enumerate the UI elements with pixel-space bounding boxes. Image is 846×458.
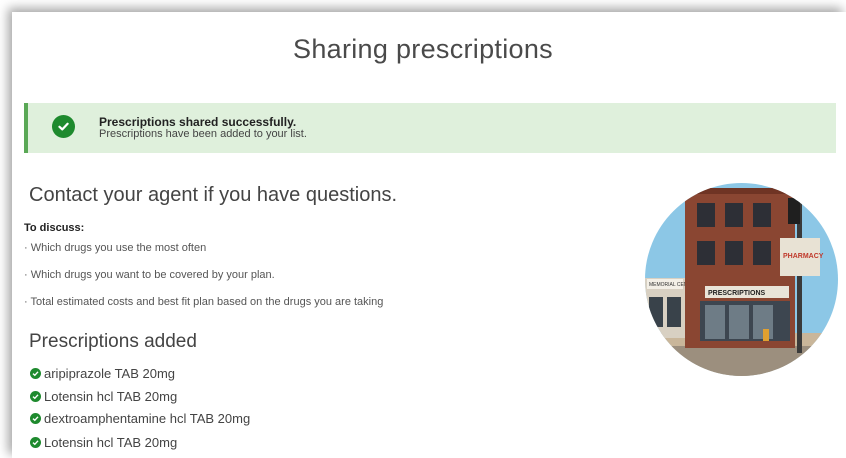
prescription-item: dextroamphentamine hcl TAB 20mg	[30, 411, 250, 426]
discuss-label: To discuss:	[24, 222, 85, 234]
discuss-item: · Total estimated costs and best fit pla…	[24, 296, 384, 308]
pharmacy-photo: MEMORIAL CENTER PRESCRIPTIONS PHARMACY	[645, 183, 838, 376]
check-circle-icon	[30, 413, 41, 424]
prescription-item: Lotensin hcl TAB 20mg	[30, 435, 177, 450]
prescription-label: Lotensin hcl TAB 20mg	[44, 435, 178, 450]
contact-heading: Contact your agent if you have questions…	[29, 184, 398, 206]
alert-message: Prescriptions have been added to your li…	[99, 128, 307, 140]
check-circle-icon	[30, 391, 41, 402]
prescription-label: dextroamphentamine hcl TAB 20mg	[44, 411, 251, 426]
pharmacy-sign: PHARMACY	[783, 253, 824, 260]
success-alert: Prescriptions shared successfully. Presc…	[24, 103, 836, 153]
prescription-label: Lotensin hcl TAB 20mg	[44, 389, 178, 404]
prescriptions-sign: PRESCRIPTIONS	[708, 290, 766, 297]
discuss-item: · Which drugs you use the most often	[24, 242, 207, 254]
page-title: Sharing prescriptions	[293, 34, 553, 64]
check-circle-icon	[30, 368, 41, 379]
check-circle-icon	[52, 115, 75, 138]
prescription-label: aripiprazole TAB 20mg	[44, 366, 176, 381]
check-circle-icon	[30, 437, 41, 448]
discuss-item: · Which drugs you want to be covered by …	[24, 269, 275, 281]
prescription-item: aripiprazole TAB 20mg	[30, 366, 175, 381]
prescriptions-heading: Prescriptions added	[29, 331, 197, 352]
prescription-item: Lotensin hcl TAB 20mg	[30, 389, 177, 404]
alert-heading: Prescriptions shared successfully.	[99, 115, 297, 129]
